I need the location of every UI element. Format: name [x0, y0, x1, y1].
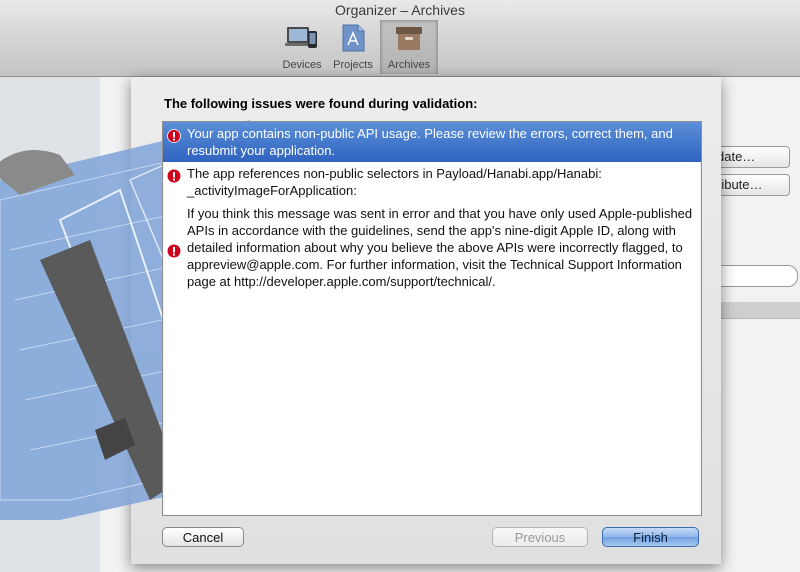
previous-button[interactable]: Previous [492, 527, 588, 547]
toolbar-devices-label: Devices [282, 59, 322, 71]
issue-text: Your app contains non-public API usage. … [187, 126, 673, 158]
issue-item[interactable]: Your app contains non-public API usage. … [163, 122, 701, 162]
error-icon [167, 244, 181, 258]
window-toolbar: Organizer – Archives Devices Projects Ar… [0, 0, 800, 77]
toolbar-archives-label: Archives [387, 59, 431, 71]
window-title: Organizer – Archives [335, 2, 465, 18]
toolbar-archives-button[interactable]: Archives [380, 20, 438, 74]
issue-text: If you think this message was sent in er… [187, 206, 693, 289]
issue-item[interactable]: The app references non-public selectors … [163, 162, 701, 202]
error-icon [167, 129, 181, 143]
archives-icon [396, 27, 422, 50]
issue-text: The app references non-public selectors … [187, 166, 602, 198]
validation-heading: The following issues were found during v… [164, 96, 478, 111]
toolbar-projects-label: Projects [333, 59, 373, 71]
projects-icon [342, 24, 365, 52]
cancel-button[interactable]: Cancel [162, 527, 244, 547]
toolbar-projects-button[interactable]: Projects [329, 20, 377, 74]
finish-button[interactable]: Finish [602, 527, 699, 547]
issue-item[interactable]: If you think this message was sent in er… [163, 202, 701, 293]
devices-icon [285, 27, 317, 48]
error-icon [167, 169, 181, 183]
issues-list[interactable]: Your app contains non-public API usage. … [162, 121, 702, 516]
toolbar-devices-button[interactable]: Devices [279, 20, 325, 74]
